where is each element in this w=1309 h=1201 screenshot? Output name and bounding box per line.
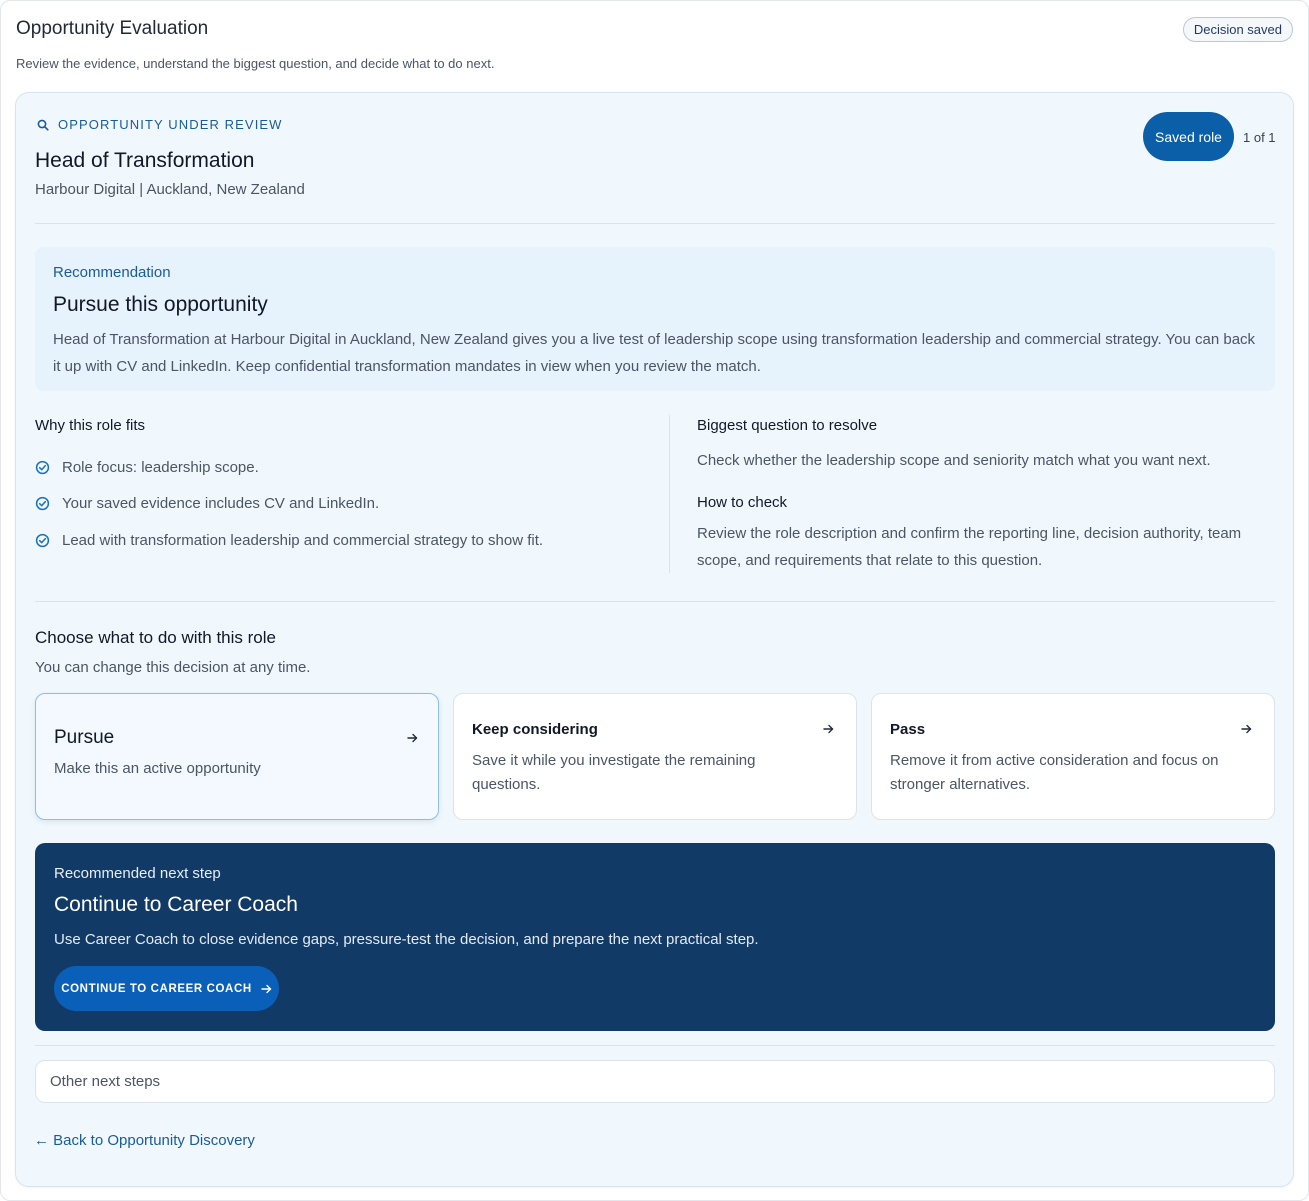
fit-item-text: Lead with transformation leadership and …	[62, 531, 544, 549]
arrow-right-icon	[823, 724, 834, 734]
option-title: Keep considering	[472, 721, 598, 738]
next-step-label: Recommended next step	[54, 865, 221, 882]
search-icon	[37, 119, 49, 131]
option-title: Pursue	[54, 727, 115, 748]
check-circle-icon	[35, 460, 50, 474]
option-desc: Make this an active opportunity	[54, 760, 261, 777]
footer-divider	[35, 1045, 1275, 1046]
decision-title: Choose what to do with this role	[35, 628, 276, 647]
saved-role-button[interactable]: Saved role	[1143, 112, 1234, 161]
page-subtitle: Review the evidence, understand the bigg…	[16, 56, 495, 71]
fit-list: Role focus: leadership scope. Your saved…	[35, 449, 543, 559]
option-title: Pass	[890, 721, 926, 738]
column-divider	[669, 415, 670, 573]
fit-heading: Why this role fits	[35, 417, 146, 434]
section-divider	[35, 601, 1275, 602]
continue-career-coach-button[interactable]: CONTINUE TO CAREER COACH	[54, 966, 279, 1011]
role-company-location: Harbour Digital | Auckland, New Zealand	[35, 181, 305, 198]
option-pursue[interactable]: Pursue Make this an active opportunity	[35, 693, 439, 820]
other-next-steps-toggle[interactable]: Other next steps	[35, 1060, 1275, 1103]
option-desc: Save it while you investigate the remain…	[472, 752, 756, 793]
recommendation-box: Recommendation Pursue this opportunity H…	[35, 247, 1275, 391]
how-to-check-text: Review the role description and confirm …	[697, 525, 1242, 569]
arrow-right-icon	[261, 984, 271, 993]
question-text: Check whether the leadership scope and s…	[697, 452, 1211, 469]
check-circle-icon	[35, 497, 50, 511]
page-title: Opportunity Evaluation	[16, 18, 209, 39]
role-pager: 1 of 1	[1243, 130, 1276, 145]
recommendation-title: Pursue this opportunity	[53, 293, 268, 316]
decision-subtitle: You can change this decision at any time…	[35, 659, 311, 676]
option-pass[interactable]: Pass Remove it from active consideration…	[871, 693, 1275, 820]
role-title: Head of Transformation	[35, 149, 255, 172]
next-step-text: Use Career Coach to close evidence gaps,…	[54, 931, 759, 948]
recommendation-label: Recommendation	[53, 264, 171, 281]
next-step-title: Continue to Career Coach	[54, 893, 298, 916]
continue-career-coach-label: CONTINUE TO CAREER COACH	[61, 982, 252, 995]
check-circle-icon	[35, 533, 50, 547]
back-to-discovery-link[interactable]: ← Back to Opportunity Discovery	[34, 1132, 255, 1149]
fit-item-text: Role focus: leadership scope.	[62, 458, 259, 476]
arrow-right-icon	[407, 733, 418, 743]
header-divider	[35, 223, 1275, 224]
question-heading: Biggest question to resolve	[697, 417, 878, 434]
option-desc: Remove it from active consideration and …	[890, 752, 1219, 793]
recommended-next-step-panel: Recommended next step Continue to Career…	[35, 843, 1275, 1031]
arrow-right-icon	[1241, 724, 1252, 734]
evaluation-card: OPPORTUNITY UNDER REVIEW Head of Transfo…	[15, 92, 1294, 1187]
fit-item-text: Your saved evidence includes CV and Link…	[62, 495, 380, 513]
option-keep-considering[interactable]: Keep considering Save it while you inves…	[453, 693, 857, 820]
how-to-check-heading: How to check	[697, 494, 788, 511]
recommendation-text: Head of Transformation at Harbour Digita…	[53, 331, 1256, 375]
list-item: Your saved evidence includes CV and Link…	[35, 486, 543, 523]
list-item: Role focus: leadership scope.	[35, 449, 543, 486]
list-item: Lead with transformation leadership and …	[35, 522, 543, 559]
decision-status-badge: Decision saved	[1182, 17, 1293, 42]
opportunity-eyebrow: OPPORTUNITY UNDER REVIEW	[37, 117, 283, 132]
eyebrow-label: OPPORTUNITY UNDER REVIEW	[58, 117, 283, 132]
